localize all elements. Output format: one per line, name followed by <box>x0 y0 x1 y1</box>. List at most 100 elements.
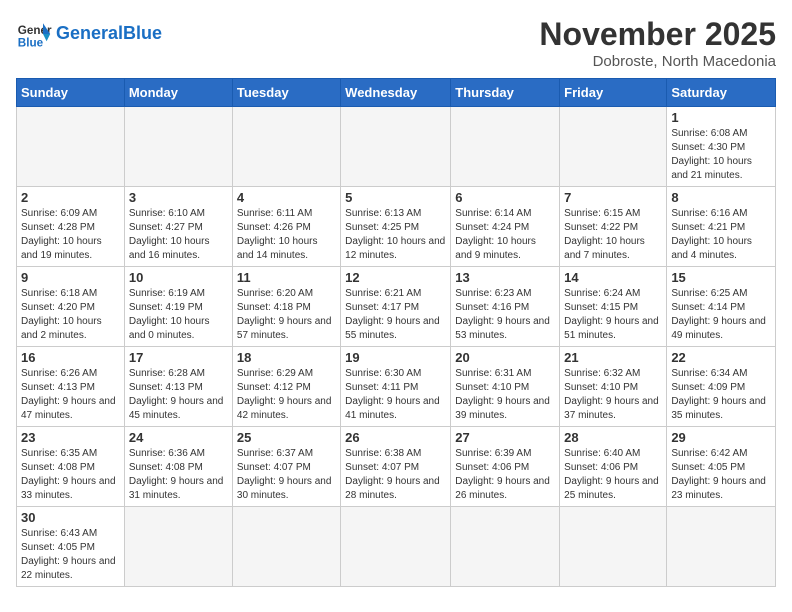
day-info: Sunrise: 6:34 AM Sunset: 4:09 PM Dayligh… <box>671 367 771 423</box>
day-cell: 8Sunrise: 6:16 AM Sunset: 4:21 PM Daylig… <box>667 187 776 267</box>
day-cell <box>560 507 667 587</box>
day-cell <box>232 507 340 587</box>
week-row-3: 9 Sunrise: 6:18 AM Sunset: 4:20 PM Daylig… <box>17 267 776 347</box>
day-cell: 14 Sunrise: 6:24 AM Sunset: 4:15 PM Dayli… <box>560 267 667 347</box>
day-info: Sunrise: 6:09 AM Sunset: 4:28 PM Dayligh… <box>21 207 120 263</box>
day-number: 15 <box>671 270 771 285</box>
day-cell: 2 Sunrise: 6:09 AM Sunset: 4:28 PM Daylig… <box>17 187 125 267</box>
weekday-header-wednesday: Wednesday <box>341 79 451 107</box>
day-number: 21 <box>564 350 662 365</box>
month-year-title: November 2025 <box>539 16 776 53</box>
day-cell: 3Sunrise: 6:10 AM Sunset: 4:27 PM Daylig… <box>124 187 232 267</box>
day-number: 13 <box>455 270 555 285</box>
day-cell: 28Sunrise: 6:40 AM Sunset: 4:06 PM Dayli… <box>560 427 667 507</box>
day-cell: 16 Sunrise: 6:26 AM Sunset: 4:13 PM Dayli… <box>17 347 125 427</box>
day-info: Sunrise: 6:31 AM Sunset: 4:10 PM Dayligh… <box>455 367 555 423</box>
day-number: 4 <box>237 190 336 205</box>
day-cell: 27Sunrise: 6:39 AM Sunset: 4:06 PM Dayli… <box>451 427 560 507</box>
day-info: Sunrise: 6:23 AM Sunset: 4:16 PM Dayligh… <box>455 287 555 343</box>
day-number: 18 <box>237 350 336 365</box>
day-number: 11 <box>237 270 336 285</box>
day-info: Sunrise: 6:28 AM Sunset: 4:13 PM Dayligh… <box>129 367 228 423</box>
day-cell <box>232 107 340 187</box>
day-cell <box>560 107 667 187</box>
day-number: 14 <box>564 270 662 285</box>
weekday-header-saturday: Saturday <box>667 79 776 107</box>
day-cell <box>124 107 232 187</box>
day-info: Sunrise: 6:35 AM Sunset: 4:08 PM Dayligh… <box>21 447 120 503</box>
day-number: 9 <box>21 270 120 285</box>
day-cell <box>17 107 125 187</box>
day-number: 6 <box>455 190 555 205</box>
day-cell <box>124 507 232 587</box>
day-info: Sunrise: 6:10 AM Sunset: 4:27 PM Dayligh… <box>129 207 228 263</box>
weekday-header-thursday: Thursday <box>451 79 560 107</box>
page-header: General Blue GeneralBlue November 2025 D… <box>16 16 776 70</box>
day-number: 2 <box>21 190 120 205</box>
day-number: 23 <box>21 430 120 445</box>
day-cell: 29 Sunrise: 6:42 AM Sunset: 4:05 PM Dayli… <box>667 427 776 507</box>
day-number: 29 <box>671 430 771 445</box>
weekday-header-friday: Friday <box>560 79 667 107</box>
day-info: Sunrise: 6:16 AM Sunset: 4:21 PM Dayligh… <box>671 207 771 263</box>
day-info: Sunrise: 6:14 AM Sunset: 4:24 PM Dayligh… <box>455 207 555 263</box>
day-info: Sunrise: 6:11 AM Sunset: 4:26 PM Dayligh… <box>237 207 336 263</box>
day-info: Sunrise: 6:38 AM Sunset: 4:07 PM Dayligh… <box>345 447 446 503</box>
day-number: 17 <box>129 350 228 365</box>
day-number: 22 <box>671 350 771 365</box>
day-info: Sunrise: 6:24 AM Sunset: 4:15 PM Dayligh… <box>564 287 662 343</box>
weekday-header-sunday: Sunday <box>17 79 125 107</box>
day-info: Sunrise: 6:43 AM Sunset: 4:05 PM Dayligh… <box>21 527 120 583</box>
day-info: Sunrise: 6:26 AM Sunset: 4:13 PM Dayligh… <box>21 367 120 423</box>
day-cell <box>451 507 560 587</box>
day-info: Sunrise: 6:13 AM Sunset: 4:25 PM Dayligh… <box>345 207 446 263</box>
day-cell: 9 Sunrise: 6:18 AM Sunset: 4:20 PM Daylig… <box>17 267 125 347</box>
day-cell <box>667 507 776 587</box>
day-info: Sunrise: 6:25 AM Sunset: 4:14 PM Dayligh… <box>671 287 771 343</box>
day-cell: 11 Sunrise: 6:20 AM Sunset: 4:18 PM Dayli… <box>232 267 340 347</box>
day-cell: 15 Sunrise: 6:25 AM Sunset: 4:14 PM Dayli… <box>667 267 776 347</box>
day-number: 12 <box>345 270 446 285</box>
day-cell: 10Sunrise: 6:19 AM Sunset: 4:19 PM Dayli… <box>124 267 232 347</box>
day-cell: 25 Sunrise: 6:37 AM Sunset: 4:07 PM Dayli… <box>232 427 340 507</box>
week-row-5: 23 Sunrise: 6:35 AM Sunset: 4:08 PM Dayli… <box>17 427 776 507</box>
day-cell: 21 Sunrise: 6:32 AM Sunset: 4:10 PM Dayli… <box>560 347 667 427</box>
day-info: Sunrise: 6:18 AM Sunset: 4:20 PM Dayligh… <box>21 287 120 343</box>
day-number: 10 <box>129 270 228 285</box>
day-number: 26 <box>345 430 446 445</box>
location-subtitle: Dobroste, North Macedonia <box>539 53 776 70</box>
day-info: Sunrise: 6:08 AM Sunset: 4:30 PM Dayligh… <box>671 127 771 183</box>
day-info: Sunrise: 6:15 AM Sunset: 4:22 PM Dayligh… <box>564 207 662 263</box>
day-info: Sunrise: 6:37 AM Sunset: 4:07 PM Dayligh… <box>237 447 336 503</box>
day-cell <box>341 507 451 587</box>
logo-icon: General Blue <box>16 16 52 52</box>
day-cell: 22 Sunrise: 6:34 AM Sunset: 4:09 PM Dayli… <box>667 347 776 427</box>
day-cell <box>451 107 560 187</box>
day-info: Sunrise: 6:30 AM Sunset: 4:11 PM Dayligh… <box>345 367 446 423</box>
day-number: 16 <box>21 350 120 365</box>
day-info: Sunrise: 6:40 AM Sunset: 4:06 PM Dayligh… <box>564 447 662 503</box>
day-number: 30 <box>21 510 120 525</box>
day-number: 20 <box>455 350 555 365</box>
svg-text:Blue: Blue <box>18 37 44 50</box>
day-info: Sunrise: 6:42 AM Sunset: 4:05 PM Dayligh… <box>671 447 771 503</box>
day-number: 27 <box>455 430 555 445</box>
day-cell: 7 Sunrise: 6:15 AM Sunset: 4:22 PM Daylig… <box>560 187 667 267</box>
day-number: 19 <box>345 350 446 365</box>
day-number: 7 <box>564 190 662 205</box>
day-info: Sunrise: 6:20 AM Sunset: 4:18 PM Dayligh… <box>237 287 336 343</box>
day-info: Sunrise: 6:29 AM Sunset: 4:12 PM Dayligh… <box>237 367 336 423</box>
day-cell: 6 Sunrise: 6:14 AM Sunset: 4:24 PM Daylig… <box>451 187 560 267</box>
day-number: 25 <box>237 430 336 445</box>
day-info: Sunrise: 6:32 AM Sunset: 4:10 PM Dayligh… <box>564 367 662 423</box>
week-row-6: 30 Sunrise: 6:43 AM Sunset: 4:05 PM Dayli… <box>17 507 776 587</box>
logo: General Blue GeneralBlue <box>16 16 162 52</box>
day-cell: 12Sunrise: 6:21 AM Sunset: 4:17 PM Dayli… <box>341 267 451 347</box>
day-cell: 5Sunrise: 6:13 AM Sunset: 4:25 PM Daylig… <box>341 187 451 267</box>
week-row-2: 2 Sunrise: 6:09 AM Sunset: 4:28 PM Daylig… <box>17 187 776 267</box>
calendar-table: SundayMondayTuesdayWednesdayThursdayFrid… <box>16 78 776 587</box>
weekday-header-row: SundayMondayTuesdayWednesdayThursdayFrid… <box>17 79 776 107</box>
logo-text: GeneralBlue <box>56 24 162 44</box>
weekday-header-tuesday: Tuesday <box>232 79 340 107</box>
day-cell: 23 Sunrise: 6:35 AM Sunset: 4:08 PM Dayli… <box>17 427 125 507</box>
